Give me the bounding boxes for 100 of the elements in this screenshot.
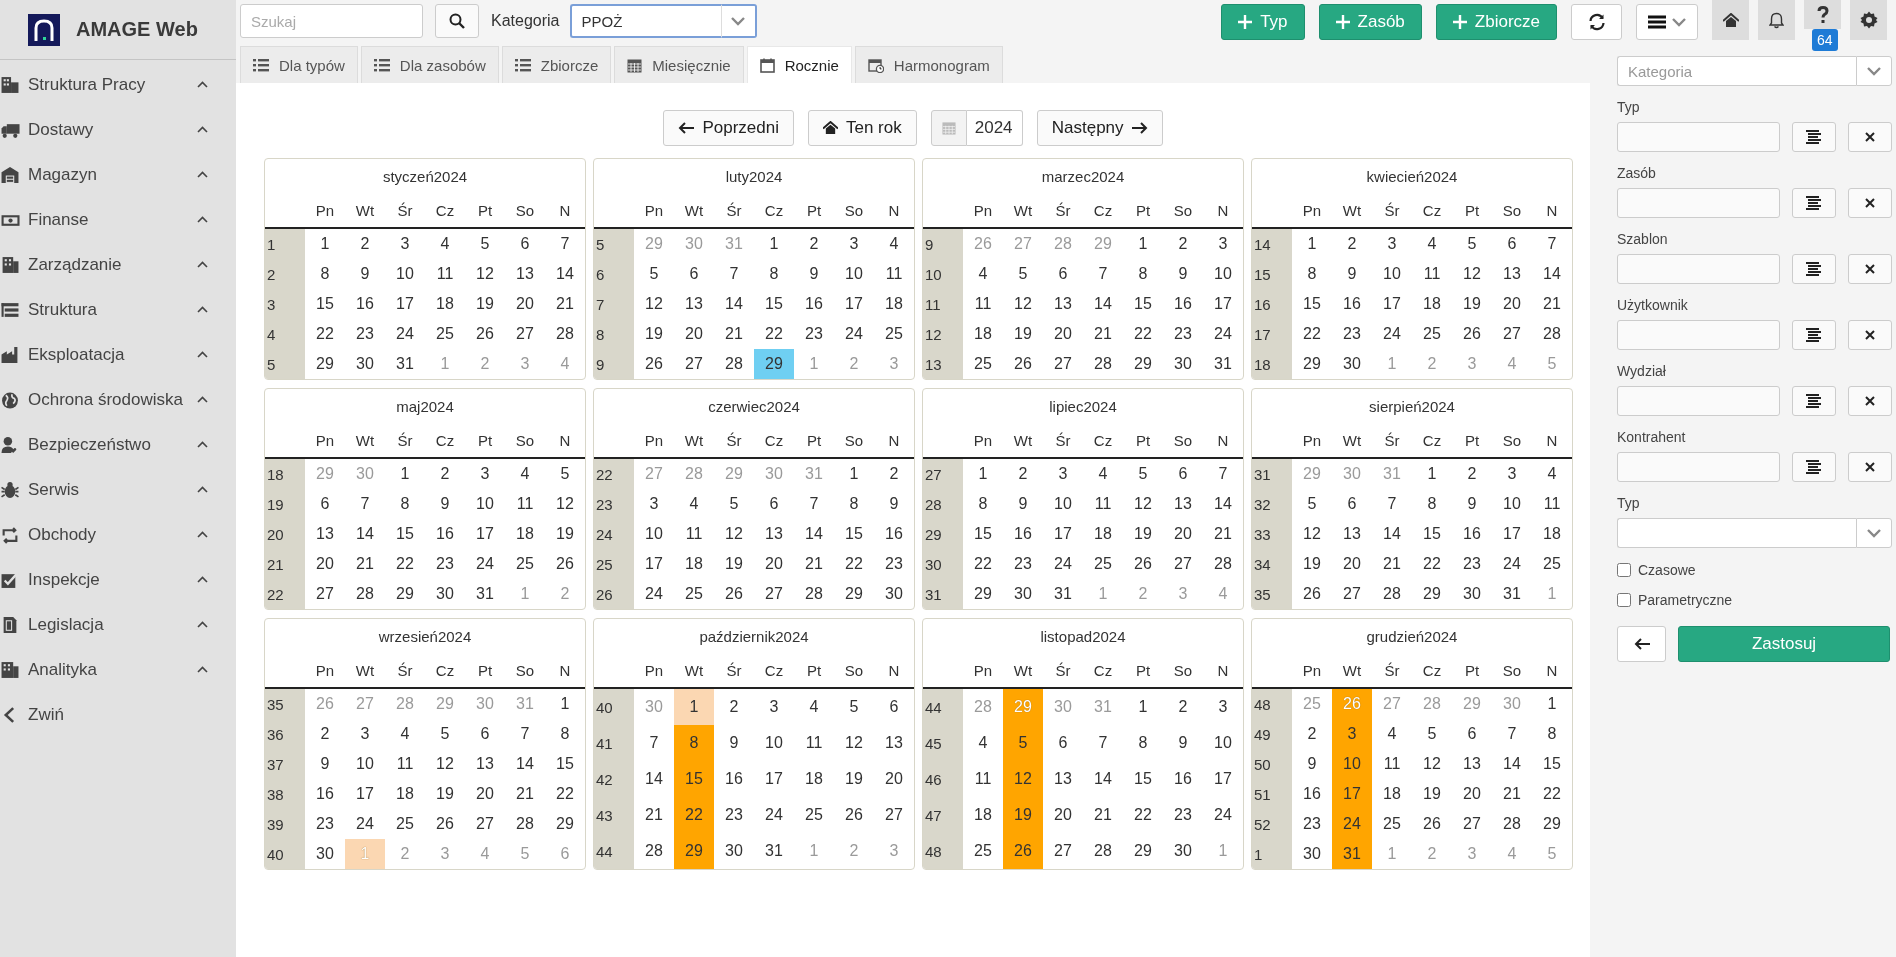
day-cell[interactable]: 29 bbox=[1532, 809, 1572, 839]
day-cell[interactable]: 20 bbox=[1452, 779, 1492, 809]
day-cell[interactable]: 20 bbox=[1043, 797, 1083, 833]
day-cell[interactable]: 6 bbox=[874, 689, 914, 725]
day-cell[interactable]: 13 bbox=[1492, 259, 1532, 289]
day-cell[interactable]: 6 bbox=[1452, 719, 1492, 749]
day-cell[interactable]: 16 bbox=[714, 761, 754, 797]
day-cell[interactable]: 6 bbox=[1043, 725, 1083, 761]
day-cell[interactable]: 2 bbox=[874, 459, 914, 489]
day-cell[interactable]: 10 bbox=[465, 489, 505, 519]
tab[interactable]: Dla zasobów bbox=[360, 46, 499, 83]
day-cell[interactable]: 14 bbox=[1492, 749, 1532, 779]
day-cell[interactable]: 26 bbox=[545, 549, 585, 579]
filter-field[interactable] bbox=[1617, 188, 1780, 218]
day-cell[interactable]: 2 bbox=[794, 229, 834, 259]
sidebar-item[interactable]: Zarządzanie bbox=[0, 242, 236, 287]
day-cell[interactable]: 30 bbox=[1452, 579, 1492, 609]
day-cell[interactable]: 11 bbox=[1372, 749, 1412, 779]
day-cell[interactable]: 12 bbox=[634, 289, 674, 319]
day-cell[interactable]: 7 bbox=[1203, 459, 1243, 489]
day-cell[interactable]: 19 bbox=[1123, 519, 1163, 549]
day-cell[interactable]: 7 bbox=[1083, 725, 1123, 761]
day-cell[interactable]: 16 bbox=[794, 289, 834, 319]
pick-button[interactable] bbox=[1792, 122, 1836, 152]
day-cell[interactable]: 12 bbox=[1452, 259, 1492, 289]
day-cell[interactable]: 15 bbox=[1532, 749, 1572, 779]
day-cell[interactable]: 5 bbox=[545, 459, 585, 489]
day-cell[interactable]: 23 bbox=[1452, 549, 1492, 579]
day-cell[interactable]: 19 bbox=[1412, 779, 1452, 809]
day-cell[interactable]: 24 bbox=[1203, 319, 1243, 349]
day-cell[interactable]: 8 bbox=[1532, 719, 1572, 749]
pick-button[interactable] bbox=[1792, 254, 1836, 284]
day-cell[interactable]: 4 bbox=[1372, 719, 1412, 749]
day-cell[interactable]: 10 bbox=[1332, 749, 1372, 779]
day-cell[interactable]: 18 bbox=[794, 761, 834, 797]
day-cell[interactable]: 26 bbox=[834, 797, 874, 833]
day-cell[interactable]: 15 bbox=[674, 761, 714, 797]
day-cell[interactable]: 22 bbox=[1123, 319, 1163, 349]
day-cell[interactable]: 17 bbox=[1203, 289, 1243, 319]
day-cell[interactable]: 11 bbox=[1083, 489, 1123, 519]
clear-button[interactable] bbox=[1848, 122, 1892, 152]
day-cell[interactable]: 2 bbox=[305, 719, 345, 749]
day-cell[interactable]: 20 bbox=[1043, 319, 1083, 349]
day-cell[interactable]: 9 bbox=[714, 725, 754, 761]
day-cell[interactable]: 15 bbox=[754, 289, 794, 319]
day-cell[interactable]: 29 bbox=[963, 579, 1003, 609]
day-cell[interactable]: 29 bbox=[1412, 579, 1452, 609]
tab[interactable]: Dla typów bbox=[240, 46, 358, 83]
day-cell[interactable]: 25 bbox=[963, 349, 1003, 379]
day-cell[interactable]: 22 bbox=[1412, 549, 1452, 579]
day-cell[interactable]: 2 bbox=[714, 689, 754, 725]
day-cell[interactable]: 15 bbox=[1123, 289, 1163, 319]
day-cell[interactable]: 23 bbox=[305, 809, 345, 839]
day-cell[interactable]: 12 bbox=[1123, 489, 1163, 519]
tab[interactable]: Rocznie bbox=[746, 46, 852, 83]
day-cell[interactable]: 9 bbox=[1452, 489, 1492, 519]
day-cell[interactable]: 14 bbox=[545, 259, 585, 289]
day-cell[interactable]: 4 bbox=[1532, 459, 1572, 489]
pick-button[interactable] bbox=[1792, 452, 1836, 482]
day-cell[interactable]: 7 bbox=[345, 489, 385, 519]
day-cell[interactable]: 22 bbox=[963, 549, 1003, 579]
day-cell[interactable]: 7 bbox=[1372, 489, 1412, 519]
day-cell[interactable]: 24 bbox=[385, 319, 425, 349]
day-cell[interactable]: 2 bbox=[425, 459, 465, 489]
day-cell[interactable]: 21 bbox=[1083, 797, 1123, 833]
filter-field[interactable] bbox=[1617, 320, 1780, 350]
day-cell[interactable]: 29 bbox=[1123, 349, 1163, 379]
day-cell[interactable]: 14 bbox=[1372, 519, 1412, 549]
day-cell[interactable]: 30 bbox=[1292, 839, 1332, 869]
day-cell[interactable]: 17 bbox=[634, 549, 674, 579]
day-cell[interactable]: 31 bbox=[1043, 579, 1083, 609]
day-cell[interactable]: 20 bbox=[1332, 549, 1372, 579]
home-button[interactable] bbox=[1712, 0, 1749, 40]
day-cell[interactable]: 9 bbox=[874, 489, 914, 519]
day-cell[interactable]: 9 bbox=[794, 259, 834, 289]
day-cell[interactable]: 19 bbox=[1292, 549, 1332, 579]
day-cell[interactable]: 12 bbox=[1003, 761, 1043, 797]
day-cell[interactable]: 16 bbox=[345, 289, 385, 319]
day-cell[interactable]: 27 bbox=[505, 319, 545, 349]
day-cell[interactable]: 30 bbox=[345, 349, 385, 379]
back-button[interactable] bbox=[1617, 626, 1666, 662]
day-cell[interactable]: 27 bbox=[1332, 579, 1372, 609]
day-cell[interactable]: 9 bbox=[1163, 725, 1203, 761]
day-cell[interactable]: 10 bbox=[634, 519, 674, 549]
day-cell[interactable]: 24 bbox=[634, 579, 674, 609]
day-cell[interactable]: 12 bbox=[465, 259, 505, 289]
day-cell[interactable]: 8 bbox=[1292, 259, 1332, 289]
day-cell[interactable]: 11 bbox=[385, 749, 425, 779]
day-cell[interactable]: 26 bbox=[1412, 809, 1452, 839]
day-cell[interactable]: 25 bbox=[963, 833, 1003, 869]
day-cell[interactable]: 31 bbox=[385, 349, 425, 379]
day-cell[interactable]: 8 bbox=[1412, 489, 1452, 519]
day-cell[interactable]: 23 bbox=[714, 797, 754, 833]
day-cell[interactable]: 13 bbox=[305, 519, 345, 549]
day-cell[interactable]: 27 bbox=[1043, 833, 1083, 869]
day-cell[interactable]: 29 bbox=[385, 579, 425, 609]
sidebar-item[interactable]: Finanse bbox=[0, 197, 236, 242]
day-cell[interactable]: 4 bbox=[1083, 459, 1123, 489]
day-cell[interactable]: 14 bbox=[714, 289, 754, 319]
day-cell[interactable]: 1 bbox=[1292, 229, 1332, 259]
